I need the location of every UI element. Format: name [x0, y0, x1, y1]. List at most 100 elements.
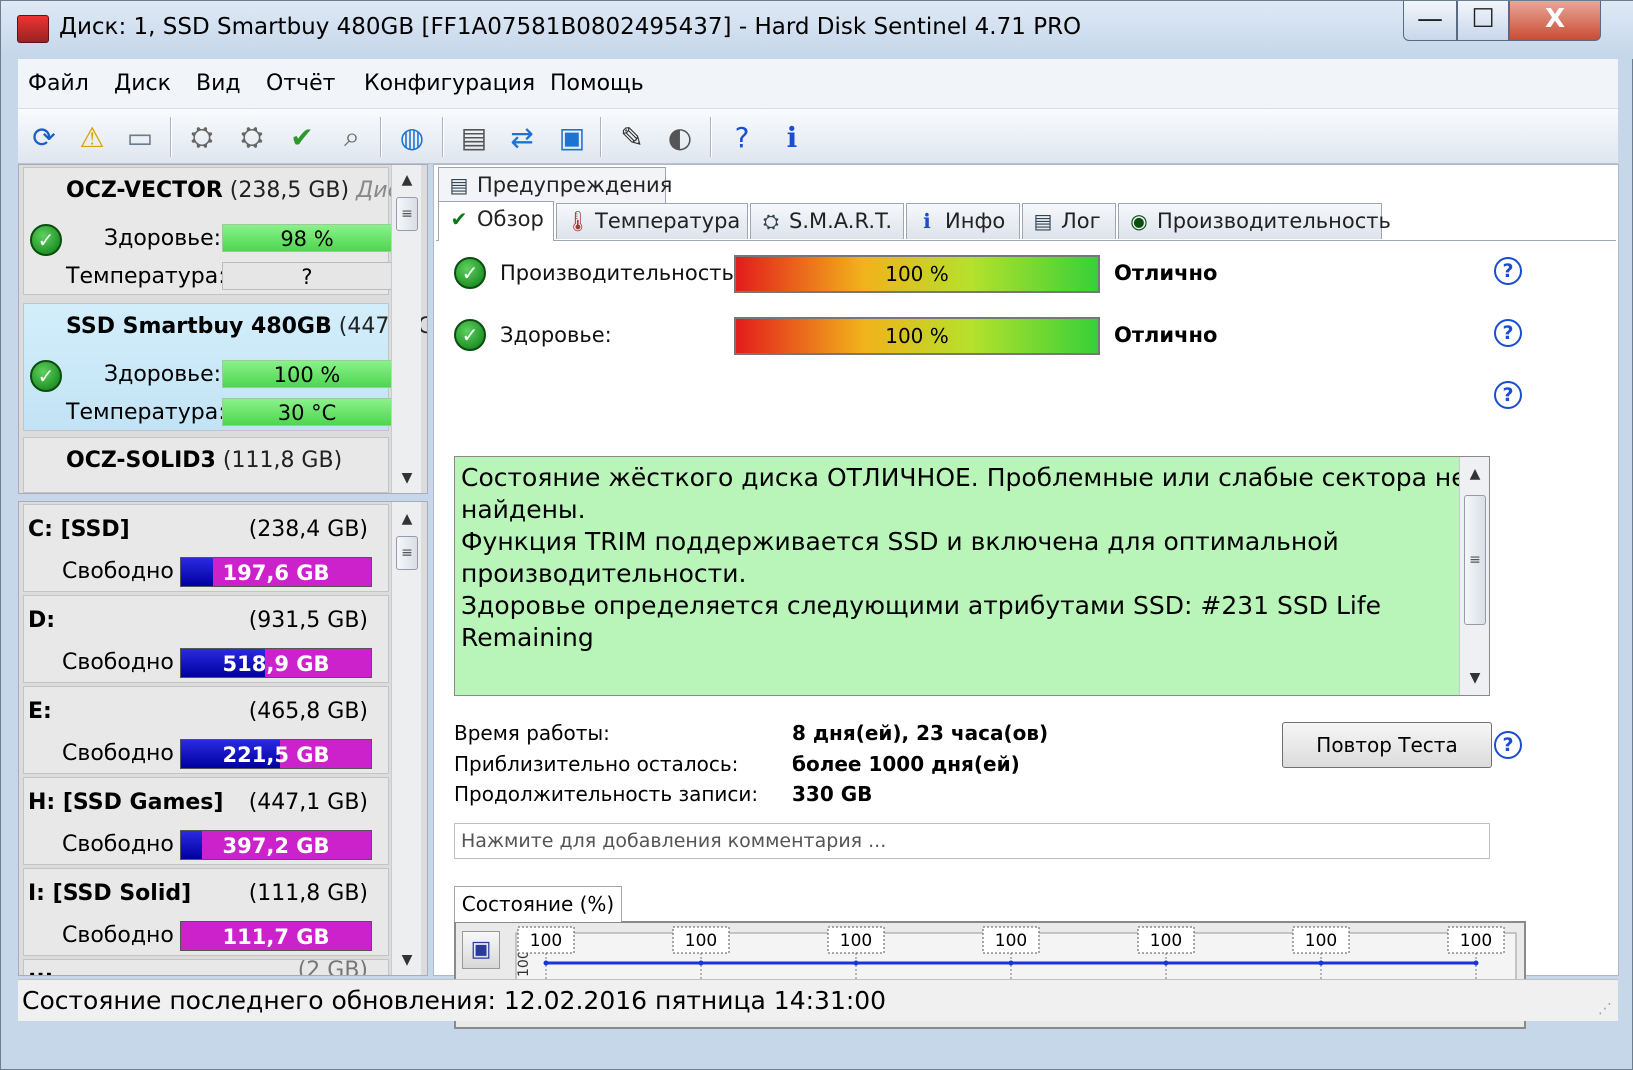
disk-size: (111,8 GB)	[222, 448, 343, 473]
volume-name: I: [SSD Solid]	[28, 881, 192, 906]
close-button[interactable]: X	[1509, 1, 1601, 41]
tab-performance[interactable]: ◉ Производительность	[1118, 203, 1391, 239]
free-space-value: 111,7 GB	[222, 925, 330, 949]
disk-icon: ⛭	[763, 209, 779, 233]
menu-report[interactable]: Отчёт	[266, 71, 335, 96]
retest-button[interactable]: Повтор Теста	[1282, 722, 1492, 768]
remaining-value: более 1000 дня(ей)	[792, 752, 1020, 776]
ok-check-icon: ✓	[30, 360, 62, 392]
volume-size: (447,1 GB)	[248, 790, 368, 815]
menu-disk[interactable]: Диск	[114, 71, 171, 96]
tab-log[interactable]: ▤ Лог	[1022, 203, 1116, 239]
info-icon[interactable]: ℹ	[772, 117, 812, 157]
volume-card[interactable]: E: (465,8 GB) Свободно 221,5 GB	[23, 686, 389, 774]
help-icon[interactable]: ?	[1494, 319, 1522, 347]
scroll-up-icon[interactable]: ▲	[392, 504, 422, 534]
disk-name: SSD Smartbuy 480GB	[66, 314, 332, 339]
volume-card[interactable]: H: [SSD Games] (447,1 GB) Свободно 397,2…	[23, 777, 389, 865]
alert-icon[interactable]: ⚠	[72, 117, 112, 157]
scroll-thumb[interactable]: ≡	[396, 536, 418, 570]
menu-view[interactable]: Вид	[196, 71, 241, 96]
disk-card-ocz-solid3[interactable]: OCZ-SOLID3 (111,8 GB)	[23, 437, 389, 493]
thermometer-icon: 🌡	[565, 209, 591, 233]
window-title: Диск: 1, SSD Smartbuy 480GB [FF1A07581B0…	[59, 14, 1082, 40]
message-line: найдены.	[461, 495, 586, 524]
data-point	[853, 960, 859, 966]
temperature-bar: 30 °C	[222, 398, 392, 426]
help-icon[interactable]: ?	[1494, 731, 1522, 759]
volume-card[interactable]: D: (931,5 GB) Свободно 518,9 GB	[23, 595, 389, 683]
app-window: Диск: 1, SSD Smartbuy 480GB [FF1A07581B0…	[0, 0, 1633, 1070]
scroll-down-icon[interactable]: ▼	[392, 945, 422, 975]
free-label: Свободно	[62, 832, 174, 857]
minimize-button[interactable]: —	[1403, 1, 1457, 41]
volume-name: E:	[28, 699, 52, 724]
toolbar: ⟳ ⚠ ▭ ⛭ ⛭ ✔ ⌕ ◍ ▤ ⇄ ▣ ✎ ◐ ? ℹ	[18, 109, 1618, 164]
scroll-down-icon[interactable]: ▼	[1460, 663, 1490, 693]
scroll-thumb[interactable]: ≡	[396, 197, 418, 231]
resize-grip-icon[interactable]: ⋰	[1598, 1001, 1612, 1017]
temperature-label: Температура:	[66, 400, 226, 425]
status-message-box: Состояние жёсткого диска ОТЛИЧНОЕ. Пробл…	[454, 456, 1490, 696]
volume-card[interactable]: ... (2 GB)	[23, 958, 389, 975]
performance-status: Отлично	[1114, 261, 1218, 285]
health-bar: 98 %	[222, 224, 392, 252]
disk-test-2-icon[interactable]: ⛭	[232, 117, 272, 157]
disk-list-scrollbar[interactable]: ▲ ≡ ▼	[391, 165, 421, 493]
chart-title-tab[interactable]: Состояние (%)	[454, 886, 622, 922]
scroll-thumb[interactable]: ≡	[1464, 495, 1486, 625]
scroll-up-icon[interactable]: ▲	[392, 165, 422, 195]
disk-check-icon[interactable]: ✔	[282, 117, 322, 157]
help-icon[interactable]: ?	[1494, 381, 1522, 409]
refresh-report-icon[interactable]: ⇄	[502, 117, 542, 157]
document-icon: ▤	[449, 173, 469, 197]
disk-card-smartbuy[interactable]: SSD Smartbuy 480GB (447,1 GB ✓ Здоровье:…	[23, 303, 427, 431]
comment-field[interactable]: Нажмите для добавления комментария ...	[454, 823, 1490, 859]
sound-icon[interactable]: ◐	[660, 117, 700, 157]
remaining-label: Приблизительно осталось:	[454, 752, 739, 776]
temperature-bar: ?	[222, 262, 392, 290]
data-point	[1318, 960, 1324, 966]
scroll-up-icon[interactable]: ▲	[1460, 459, 1490, 489]
message-line: Remaining	[461, 623, 594, 652]
free-label: Свободно	[62, 650, 174, 675]
disk-test-icon[interactable]: ⛭	[182, 117, 222, 157]
title-bar[interactable]: Диск: 1, SSD Smartbuy 480GB [FF1A07581B0…	[1, 1, 1633, 59]
y-tick-label: 100	[516, 950, 532, 977]
disk-search-icon[interactable]: ⌕	[332, 117, 372, 157]
volume-card[interactable]: C: [SSD] (238,4 GB) Свободно 197,6 GB	[23, 504, 389, 592]
maximize-button[interactable]: ☐	[1457, 1, 1509, 41]
overview-content: ✓ Производительность: 100 % Отлично ? ✓ …	[436, 240, 1616, 1029]
help-icon[interactable]: ?	[1494, 257, 1522, 285]
volume-size: (931,5 GB)	[248, 608, 368, 633]
free-label: Свободно	[62, 741, 174, 766]
disk-card-ocz-vector[interactable]: OCZ-VECTOR (238,5 GB) Диск: ( ✓ Здоровье…	[23, 167, 427, 295]
monitor-icon[interactable]: ▣	[552, 117, 592, 157]
scroll-down-icon[interactable]: ▼	[392, 463, 422, 493]
volume-card[interactable]: I: [SSD Solid] (111,8 GB) Свободно 111,7…	[23, 868, 389, 956]
disk-icon[interactable]: ▭	[120, 117, 160, 157]
data-point	[698, 960, 704, 966]
volume-name: C: [SSD]	[28, 517, 130, 542]
report-icon[interactable]: ▤	[454, 117, 494, 157]
details-panel: ▤ Предупреждения ✔ Обзор 🌡 Температура ⛭ S.M…	[433, 164, 1619, 1029]
globe-icon[interactable]: ◍	[392, 117, 432, 157]
help-icon[interactable]: ?	[722, 117, 762, 157]
tab-warnings[interactable]: ▤ Предупреждения	[438, 167, 672, 203]
data-point	[543, 960, 549, 966]
menu-file[interactable]: Файл	[28, 71, 89, 96]
message-scrollbar[interactable]: ▲ ≡ ▼	[1459, 457, 1489, 695]
data-point	[1008, 960, 1014, 966]
menu-help[interactable]: Помощь	[550, 71, 644, 96]
tab-overview[interactable]: ✔ Обзор	[438, 201, 554, 241]
gauge-icon: ◉	[1130, 209, 1148, 233]
tab-smart[interactable]: ⛭ S.M.A.R.T.	[750, 203, 904, 239]
tab-temperature[interactable]: 🌡 Температура	[556, 203, 748, 239]
menu-configuration[interactable]: Конфигурация	[364, 71, 535, 96]
free-space-bar: 221,5 GB	[180, 739, 372, 769]
health-bar: 100 %	[222, 360, 392, 388]
tab-info[interactable]: ℹ Инфо	[906, 203, 1020, 239]
volume-list-scrollbar[interactable]: ▲ ≡ ▼	[391, 502, 421, 975]
edit-icon[interactable]: ✎	[612, 117, 652, 157]
refresh-icon[interactable]: ⟳	[24, 117, 64, 157]
